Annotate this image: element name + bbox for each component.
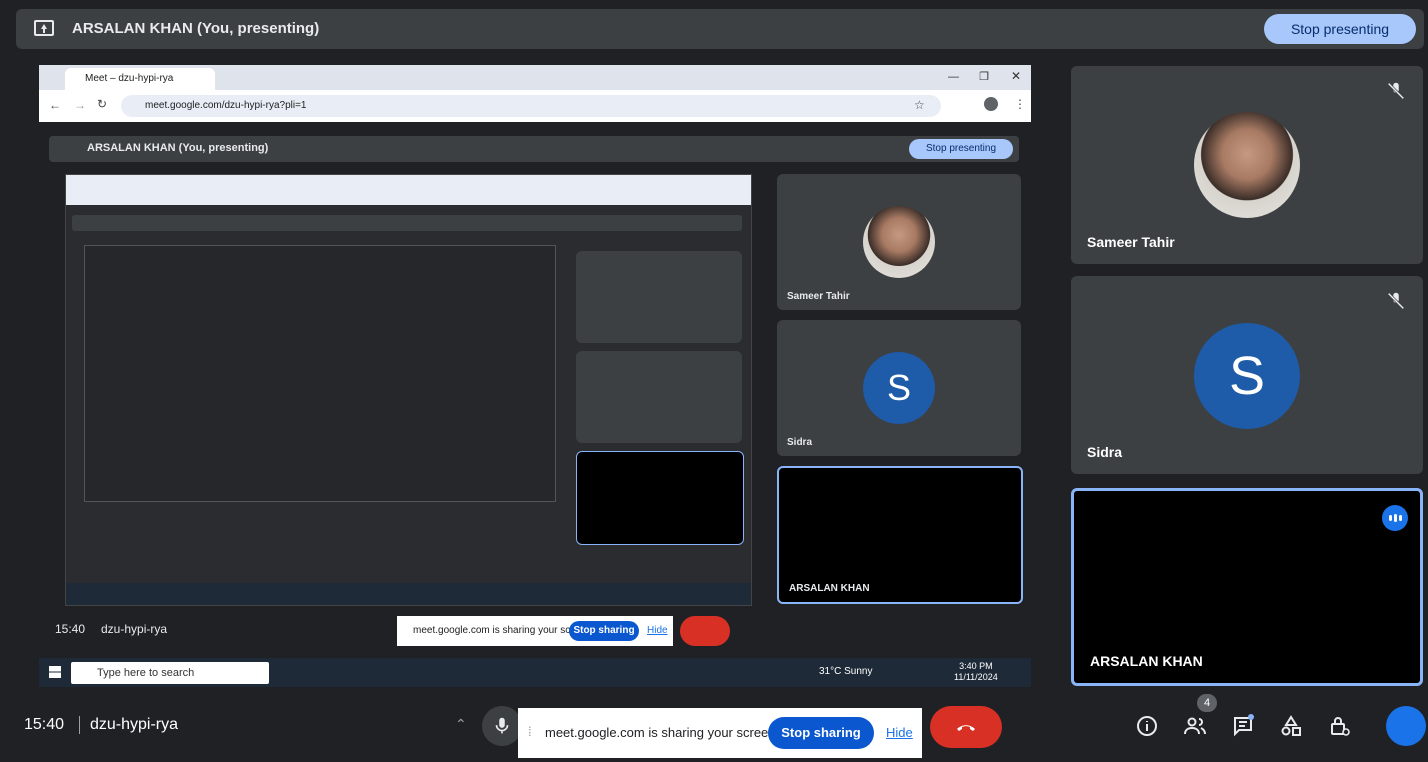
stop-presenting-button[interactable]: Stop presenting [1264, 14, 1416, 44]
drag-handle-icon[interactable]: ⁞ [528, 724, 532, 739]
leave-call-button[interactable] [930, 706, 1002, 748]
back-icon[interactable]: ← [49, 98, 61, 112]
participant-tile-sidra[interactable]: S Sidra [1071, 276, 1423, 474]
meeting-info-icon[interactable] [1135, 714, 1159, 738]
meeting-controls: 15:40 dzu-hypi-rya ⌃ ⁞ meet.google.com i… [0, 690, 1428, 762]
close-icon[interactable]: ✕ [1011, 69, 1021, 83]
inner-tile-sameer: Sameer Tahir [777, 174, 1021, 310]
stop-sharing-button[interactable]: Stop sharing [768, 717, 874, 749]
nested-taskbar [66, 583, 751, 605]
participant-tile-arsalan[interactable]: ARSALAN KHAN [1071, 488, 1423, 686]
browser-tab-strip: Meet – dzu-hypi-rya — ❐ ✕ [39, 65, 1031, 90]
end-call-icon [957, 725, 975, 731]
mic-off-icon [1387, 292, 1405, 310]
taskbar-weather[interactable]: 31°C Sunny [819, 666, 872, 677]
nested-tile-sameer [576, 251, 742, 343]
taskbar-search-text: Type here to search [97, 667, 195, 679]
url-field[interactable]: meet.google.com/dzu-hypi-rya?pli=1 [121, 95, 941, 117]
taskbar-search[interactable]: Type here to search [71, 662, 269, 684]
microphone-icon [495, 717, 509, 734]
avatar-sameer [1194, 112, 1300, 218]
taskbar-clock[interactable]: 3:40 PM 11/11/2024 [954, 661, 998, 683]
inner-tile-name: Sidra [787, 437, 813, 448]
nested-tile-sidra [576, 351, 742, 443]
menu-icon[interactable]: ⋮ [1014, 97, 1026, 111]
presenting-bar: ARSALAN KHAN (You, presenting) Stop pres… [16, 9, 1424, 49]
inner-stop-sharing-button[interactable]: Stop sharing [569, 621, 639, 641]
taskbar-time: 3:40 PM [959, 661, 993, 671]
browser-tab-title: Meet – dzu-hypi-rya [85, 73, 174, 84]
url-text: meet.google.com/dzu-hypi-rya?pli=1 [145, 100, 307, 111]
inner-avatar-sidra: S [863, 352, 935, 424]
present-screen-icon [34, 20, 54, 36]
companion-mode-button[interactable] [1386, 706, 1426, 746]
presenting-title: ARSALAN KHAN (You, presenting) [72, 20, 320, 37]
inner-tile-arsalan: ARSALAN KHAN [777, 466, 1023, 604]
nested-tile-arsalan [576, 451, 744, 545]
meeting-time: 15:40 [24, 716, 65, 733]
star-icon[interactable]: ☆ [914, 98, 925, 112]
inner-stop-presenting-button[interactable]: Stop presenting [909, 139, 1013, 159]
inner-meeting-code: dzu-hypi-rya [101, 622, 168, 636]
divider [79, 716, 80, 734]
windows-start-icon[interactable] [49, 666, 61, 678]
participant-tile-sameer[interactable]: Sameer Tahir [1071, 66, 1423, 264]
nested-screen-share [65, 174, 752, 606]
hide-notice-link[interactable]: Hide [886, 725, 913, 740]
more-audio-options-button[interactable]: ⌃ [441, 706, 481, 746]
people-icon[interactable] [1183, 714, 1207, 738]
profile-icon[interactable] [984, 97, 998, 111]
inner-share-notice: meet.google.com is sharing your screen. … [397, 616, 673, 646]
browser-address-bar: ← → ↻ meet.google.com/dzu-hypi-rya?pli=1… [39, 90, 1031, 122]
restore-icon[interactable]: ❐ [979, 70, 989, 83]
chevron-up-icon: ⌃ [455, 716, 467, 732]
host-controls-icon[interactable] [1327, 714, 1351, 738]
avatar-sidra: S [1194, 323, 1300, 429]
taskbar-date: 11/11/2024 [954, 672, 998, 682]
nested-deeper-share [84, 245, 556, 502]
inner-hide-link[interactable]: Hide [647, 625, 668, 636]
inner-clock: 15:40 [55, 622, 86, 636]
participant-name: Sameer Tahir [1087, 234, 1175, 250]
nested-presenting-bar [72, 215, 742, 231]
inner-tile-sidra: S Sidra [777, 320, 1021, 456]
nested-browser-chrome [66, 175, 751, 205]
shared-screen: Meet – dzu-hypi-rya — ❐ ✕ ← → ↻ meet.goo… [39, 65, 1031, 687]
meeting-code: dzu-hypi-rya [90, 716, 179, 733]
inner-presenting-title: ARSALAN KHAN (You, presenting) [87, 142, 269, 154]
participant-name: Sidra [1087, 444, 1123, 460]
inner-share-text: meet.google.com is sharing your screen. [413, 625, 594, 636]
inner-tile-name: Sameer Tahir [787, 291, 850, 302]
inner-tile-name: ARSALAN KHAN [789, 583, 870, 594]
chat-icon[interactable] [1231, 714, 1255, 738]
share-notice-text: meet.google.com is sharing your screen. [545, 725, 780, 740]
mic-off-icon [1387, 82, 1405, 100]
forward-icon[interactable]: → [74, 98, 86, 112]
windows-taskbar: Type here to search 31°C Sunny 3:40 PM 1… [39, 658, 1031, 687]
inner-presenting-bar: ARSALAN KHAN (You, presenting) Stop pres… [49, 136, 1019, 162]
activities-icon[interactable] [1279, 714, 1303, 738]
screen-share-notice: ⁞ meet.google.com is sharing your screen… [518, 708, 922, 758]
participant-name: ARSALAN KHAN [1090, 653, 1203, 669]
speaking-indicator-icon [1382, 505, 1408, 531]
microphone-button[interactable] [482, 706, 522, 746]
inner-end-call-button[interactable] [680, 616, 730, 646]
inner-avatar-sameer [863, 206, 935, 278]
reload-icon[interactable]: ↻ [97, 97, 107, 111]
shared-meet-view: ARSALAN KHAN (You, presenting) Stop pres… [39, 122, 1031, 667]
minimize-icon[interactable]: — [948, 71, 959, 83]
browser-tab[interactable]: Meet – dzu-hypi-rya [65, 68, 215, 90]
people-count-badge: 4 [1197, 694, 1217, 712]
